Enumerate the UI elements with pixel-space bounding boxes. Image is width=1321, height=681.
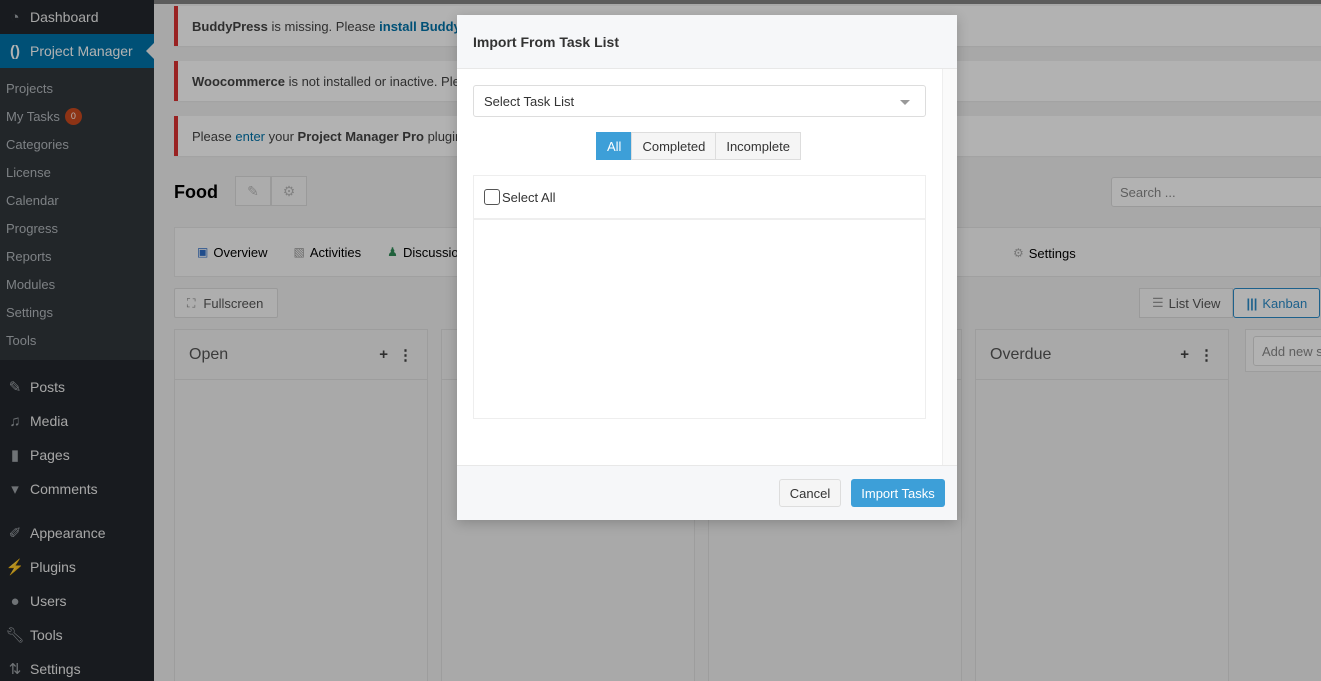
modal-footer: Cancel Import Tasks xyxy=(457,465,957,520)
import-tasks-button[interactable]: Import Tasks xyxy=(851,479,945,507)
chevron-down-icon xyxy=(900,100,910,110)
select-all-checkbox[interactable] xyxy=(484,189,500,205)
modal-header: Import From Task List xyxy=(457,15,957,69)
filter-incomplete-button[interactable]: Incomplete xyxy=(715,132,801,160)
button-label: Incomplete xyxy=(726,138,790,154)
modal-title: Import From Task List xyxy=(473,33,619,50)
select-all-label[interactable]: Select All xyxy=(502,190,555,205)
cancel-button[interactable]: Cancel xyxy=(779,479,841,507)
task-list-box: Select All xyxy=(473,175,926,419)
button-label: All xyxy=(607,138,622,154)
import-task-list-modal: Import From Task List Select Task List A… xyxy=(457,15,957,520)
modal-scrollbar[interactable] xyxy=(942,69,957,465)
modal-body: Select Task List All Completed Incomplet… xyxy=(457,69,942,465)
task-filter-group: All Completed Incomplete xyxy=(596,132,801,160)
task-list-select[interactable]: Select Task List xyxy=(473,85,926,117)
select-placeholder: Select Task List xyxy=(484,93,575,109)
admin-bar-edge xyxy=(154,0,1321,4)
filter-all-button[interactable]: All xyxy=(596,132,633,160)
button-label: Cancel xyxy=(789,485,831,501)
button-label: Completed xyxy=(642,138,706,154)
button-label: Import Tasks xyxy=(861,485,935,501)
select-all-row: Select All xyxy=(474,176,925,220)
filter-completed-button[interactable]: Completed xyxy=(631,132,717,160)
